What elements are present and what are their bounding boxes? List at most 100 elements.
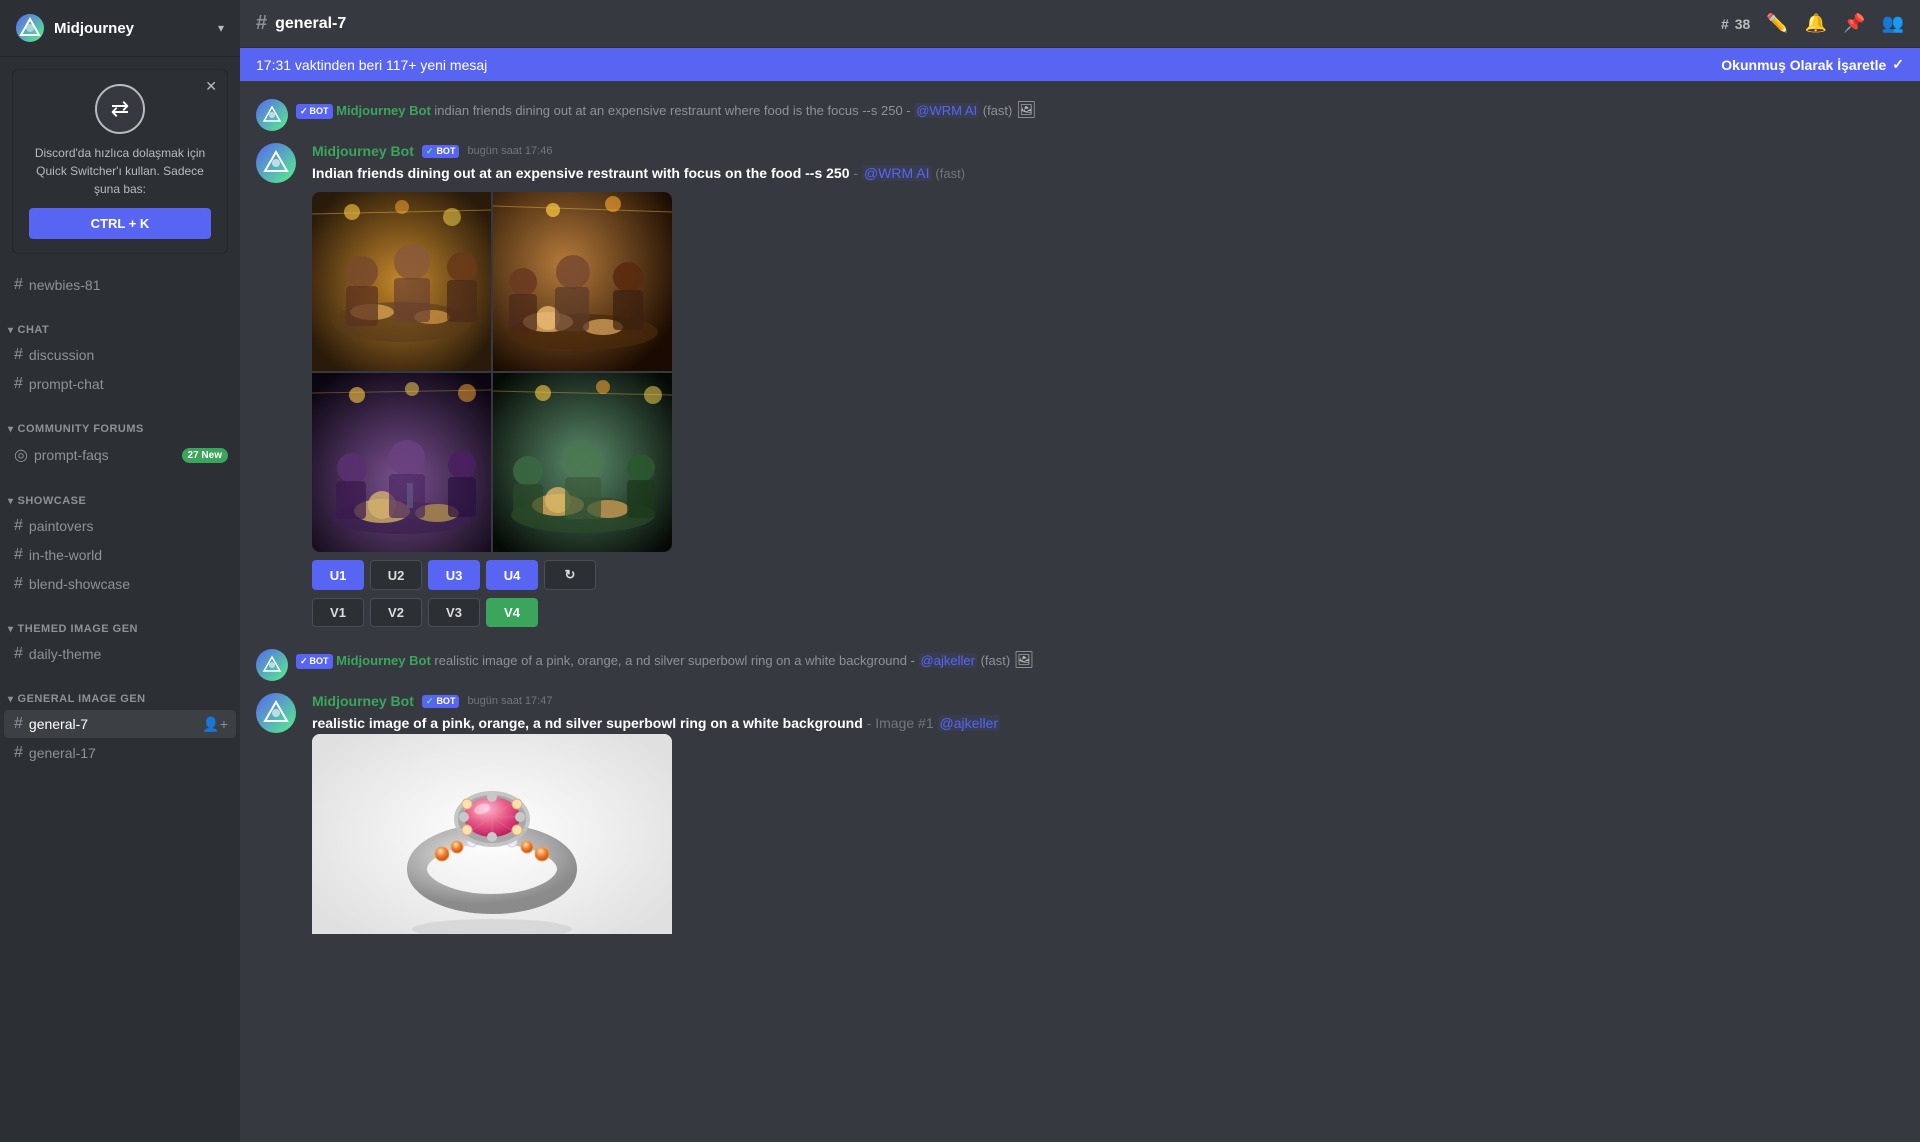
channel-label: general-17: [29, 745, 228, 761]
switch-arrows-icon: ⇄: [95, 84, 145, 134]
section-header-showcase[interactable]: ▾ SHOWCASE: [0, 479, 240, 511]
tooltip-popup: ✕ ⇄ Discord'da hızlıca dolaşmak için Qui…: [12, 69, 228, 254]
bot-avatar-large: [256, 143, 296, 183]
bot-badge-2: ✓ BOT: [422, 695, 460, 708]
u1-button[interactable]: U1: [312, 560, 364, 590]
checkmark-icon: ✓: [426, 146, 434, 157]
chevron-icon: ▾: [8, 694, 14, 705]
sidebar-item-daily-theme[interactable]: # daily-theme: [4, 640, 236, 668]
pin-icon[interactable]: 📌: [1843, 13, 1865, 34]
ctrl-k-button[interactable]: CTRL + K: [29, 208, 211, 239]
channel-label: general-7: [29, 716, 202, 732]
dining-image-br: [493, 373, 672, 552]
channel-section-above: # newbies-81: [0, 266, 240, 304]
sidebar-item-blend-showcase[interactable]: # blend-showcase: [4, 570, 236, 598]
sidebar-item-prompt-faqs[interactable]: ◎ prompt-faqs 27 New: [4, 440, 236, 470]
tooltip-arrows: ⇄: [29, 84, 211, 134]
edit-icon[interactable]: ✏️: [1766, 13, 1788, 34]
notification-text: 17:31 vaktinden beri 117+ yeni mesaj: [256, 57, 487, 73]
channel-section-chat: ▾ CHAT # discussion # prompt-chat: [0, 304, 240, 403]
system-message-2-header: ✓ BOT Midjourney Bot realistic image of …: [240, 647, 1920, 683]
message-author-2[interactable]: Midjourney Bot: [312, 693, 414, 709]
members-icon[interactable]: 👥: [1882, 13, 1904, 34]
image-grid-dining[interactable]: [312, 192, 672, 552]
mention-wrm-ai-2[interactable]: @WRM AI: [862, 165, 932, 181]
system-author-2[interactable]: Midjourney Bot: [336, 653, 434, 668]
new-badge: 27 New: [182, 448, 228, 463]
hash-icon: #: [14, 517, 23, 535]
prompt-bold-2: realistic image of a pink, orange, a nd …: [312, 715, 863, 731]
channel-section-themed: ▾ THEMED IMAGE GEN # daily-theme: [0, 603, 240, 673]
u2-button[interactable]: U2: [370, 560, 422, 590]
sidebar-item-prompt-chat[interactable]: # prompt-chat: [4, 370, 236, 398]
mention-wrm-ai[interactable]: @WRM AI: [914, 103, 979, 118]
system-message-1-header: ✓ BOT Midjourney Bot indian friends dini…: [240, 97, 1920, 133]
sidebar-item-paintovers[interactable]: # paintovers: [4, 512, 236, 540]
u4-button[interactable]: U4: [486, 560, 538, 590]
chevron-down-icon: ▾: [218, 21, 224, 35]
hash-icon: #: [14, 744, 23, 762]
channel-hash-icon: #: [256, 12, 267, 35]
bot-avatar-small-2: [256, 649, 288, 681]
dining-image-tr: [493, 192, 672, 371]
sidebar-item-discussion[interactable]: # discussion: [4, 341, 236, 369]
message-timestamp-1: bugün saat 17:46: [467, 145, 552, 157]
system-tag-2: (fast): [981, 653, 1014, 668]
hash-icon: #: [14, 575, 23, 593]
section-header-community[interactable]: ▾ COMMUNITY FORUMS: [0, 407, 240, 439]
member-count: # 38: [1721, 16, 1750, 32]
section-header-themed[interactable]: ▾ THEMED IMAGE GEN: [0, 607, 240, 639]
mention-ajkeller-2[interactable]: @ajkeller: [938, 715, 1001, 731]
image-grid-inner: [312, 192, 672, 552]
server-header[interactable]: Midjourney ▾: [0, 0, 240, 57]
section-label-showcase: SHOWCASE: [18, 495, 87, 507]
refresh-button[interactable]: ↻: [544, 560, 596, 590]
channel-label: discussion: [29, 347, 228, 363]
mention-ajkeller[interactable]: @ajkeller: [919, 653, 977, 668]
hash-icon: #: [14, 645, 23, 663]
mark-read-button[interactable]: Okunmuş Olarak İşaretle ✓: [1721, 56, 1904, 73]
dining-image-tl: [312, 192, 491, 371]
bell-icon[interactable]: 🔔: [1805, 13, 1827, 34]
section-header-general-image[interactable]: ▾ GENERAL IMAGE GEN: [0, 677, 240, 709]
image-icon[interactable]: 🖼: [1016, 102, 1036, 119]
image-icon-2[interactable]: 🖼: [1014, 652, 1034, 669]
action-buttons-dining: U1 U2 U3 U4 ↻: [312, 560, 1904, 590]
v2-button[interactable]: V2: [370, 598, 422, 627]
sidebar-item-general-7[interactable]: # general-7 👤+: [4, 710, 236, 738]
bot-avatar-small: [256, 99, 288, 131]
channel-section-showcase: ▾ SHOWCASE # paintovers # in-the-world #…: [0, 475, 240, 603]
bot-avatar-large-2: [256, 693, 296, 733]
separator-2: - Image #1: [867, 715, 938, 731]
checkmark-icon: ✓: [426, 696, 434, 707]
sidebar: Midjourney ▾ ✕ ⇄ Discord'da hızlıca dola…: [0, 0, 240, 1142]
sidebar-item-general-17[interactable]: # general-17: [4, 739, 236, 767]
message-header-2: Midjourney Bot ✓ BOT bugün saat 17:47: [312, 693, 1904, 709]
system-prompt-2: realistic image of a pink, orange, a nd …: [434, 653, 918, 668]
hash-icon: #: [14, 276, 23, 294]
section-header-chat[interactable]: ▾ CHAT: [0, 308, 240, 340]
system-content-1: ✓ BOT Midjourney Bot indian friends dini…: [296, 99, 1036, 123]
v3-button[interactable]: V3: [428, 598, 480, 627]
checkmark-icon: ✓: [1892, 56, 1904, 73]
v4-button[interactable]: V4: [486, 598, 538, 627]
server-icon: [16, 14, 44, 42]
message-group-1: Midjourney Bot ✓ BOT bugün saat 17:46 In…: [240, 135, 1920, 635]
hash-icon: #: [14, 546, 23, 564]
bot-badge: ✓ BOT: [422, 145, 460, 158]
message-header-1: Midjourney Bot ✓ BOT bugün saat 17:46: [312, 143, 1904, 159]
channel-section-general-image: ▾ GENERAL IMAGE GEN # general-7 👤+ # gen…: [0, 673, 240, 772]
ring-image[interactable]: [312, 734, 672, 934]
message-author-1[interactable]: Midjourney Bot: [312, 143, 414, 159]
v1-button[interactable]: V1: [312, 598, 364, 627]
system-tag-1: (fast): [983, 103, 1016, 118]
u3-button[interactable]: U3: [428, 560, 480, 590]
hash-icon-sm: #: [1721, 16, 1729, 32]
sidebar-item-newbies-81[interactable]: # newbies-81: [4, 271, 236, 299]
system-author-1[interactable]: Midjourney Bot: [336, 103, 434, 118]
channel-label: in-the-world: [29, 547, 228, 563]
main-content: # general-7 # 38 ✏️ 🔔 📌 👥 17:31 vaktinde…: [240, 0, 1920, 1142]
section-label-themed: THEMED IMAGE GEN: [18, 623, 138, 635]
bubble-icon: ◎: [14, 445, 28, 465]
sidebar-item-in-the-world[interactable]: # in-the-world: [4, 541, 236, 569]
